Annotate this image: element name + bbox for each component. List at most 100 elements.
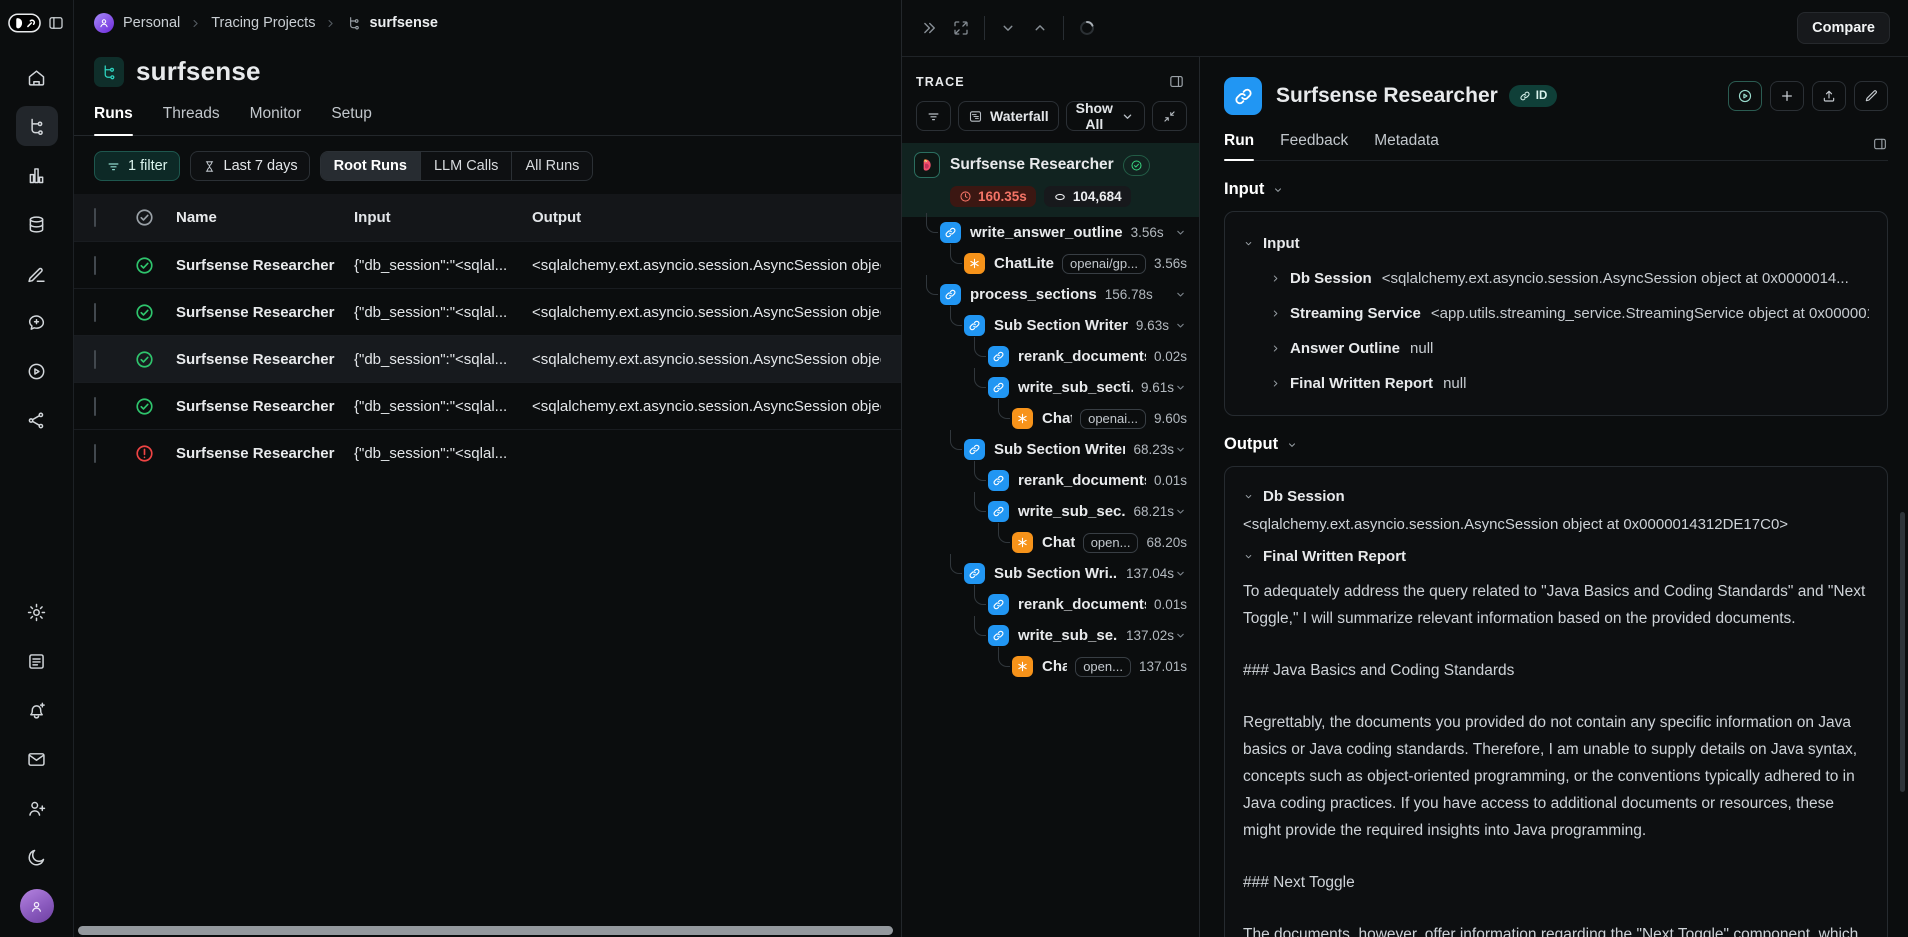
chevron-down-icon[interactable] — [1174, 505, 1187, 518]
table-row[interactable]: Surfsense Researcher {"db_session":"<sql… — [74, 382, 901, 429]
input-field-row[interactable]: Db Session <sqlalchemy.ext.asyncio.sessi… — [1243, 261, 1869, 296]
trace-root-row[interactable]: Surfsense Researcher 160.35s 104,684 — [902, 143, 1199, 217]
segment-all-runs[interactable]: All Runs — [511, 152, 592, 180]
tab-setup[interactable]: Setup — [331, 105, 372, 135]
collapse-sidebar-icon[interactable] — [47, 14, 65, 32]
date-range-button[interactable]: Last 7 days — [190, 151, 310, 181]
collapse-panel-icon[interactable] — [920, 19, 938, 37]
sidebar-item-moon[interactable] — [16, 837, 58, 877]
trace-span-row[interactable]: rerank_documents 0.02s — [902, 341, 1199, 372]
trace-span-row[interactable]: process_sections 156.78s — [902, 279, 1199, 310]
playground-button[interactable] — [1728, 81, 1762, 111]
row-checkbox[interactable] — [94, 303, 96, 322]
chevron-down-icon[interactable] — [1174, 226, 1187, 239]
column-input[interactable]: Input — [354, 209, 532, 226]
breadcrumb-tracing-projects[interactable]: Tracing Projects — [211, 15, 315, 31]
tab-monitor[interactable]: Monitor — [250, 105, 302, 135]
panel-right-icon[interactable] — [1872, 136, 1888, 160]
panel-right-icon[interactable] — [1168, 73, 1185, 90]
trace-span-row[interactable]: write_answer_outline 3.56s — [902, 217, 1199, 248]
previous-run-icon[interactable] — [1031, 19, 1049, 37]
row-checkbox[interactable] — [94, 397, 96, 416]
trace-span-row[interactable]: Chat... openai... 9.60s — [902, 403, 1199, 434]
trace-root-name: Surfsense Researcher — [950, 156, 1114, 174]
chevron-down-icon[interactable] — [1174, 443, 1187, 456]
sidebar-item-bell-plus[interactable] — [16, 690, 58, 730]
trace-span-row[interactable]: write_sub_sec... 68.21s — [902, 496, 1199, 527]
tab-runs[interactable]: Runs — [94, 105, 133, 135]
segment-llm-calls[interactable]: LLM Calls — [420, 152, 511, 180]
annotate-button[interactable] — [1854, 81, 1888, 111]
show-all-dropdown[interactable]: Show All — [1066, 101, 1145, 131]
sidebar-item-play-circle[interactable] — [16, 351, 58, 391]
row-checkbox[interactable] — [94, 256, 96, 275]
user-avatar[interactable] — [20, 889, 54, 923]
chevron-down-icon[interactable] — [1174, 567, 1187, 580]
trace-span-row[interactable]: Sub Section Writer 9.63s — [902, 310, 1199, 341]
vertical-scrollbar[interactable] — [1900, 512, 1905, 792]
add-to-dataset-button[interactable] — [1770, 81, 1804, 111]
input-field-row[interactable]: Streaming Service <app.utils.streaming_s… — [1243, 296, 1869, 331]
next-run-icon[interactable] — [999, 19, 1017, 37]
sidebar-item-share-nodes[interactable] — [16, 400, 58, 440]
sidebar-item-trace[interactable] — [16, 106, 58, 146]
input-card: Input Db Session <sqlalchemy.ext.asyncio… — [1224, 211, 1888, 416]
chevron-down-icon[interactable] — [1174, 381, 1187, 394]
table-row[interactable]: Surfsense Researcher {"db_session":"<sql… — [74, 335, 901, 382]
chevron-down-icon[interactable] — [1174, 629, 1187, 642]
chevron-down-icon[interactable] — [1174, 288, 1187, 301]
collapse-all-button[interactable] — [1152, 101, 1187, 131]
input-root-row[interactable]: Input — [1243, 226, 1869, 261]
column-output[interactable]: Output — [532, 209, 881, 226]
run-id-badge[interactable]: ID — [1509, 85, 1558, 107]
sidebar-item-columns[interactable] — [16, 155, 58, 195]
trace-span-row[interactable]: Chat... open... 68.20s — [902, 527, 1199, 558]
segment-root-runs[interactable]: Root Runs — [321, 152, 420, 180]
waterfall-button[interactable]: Waterfall — [958, 101, 1059, 131]
trace-span-row[interactable]: Chat... open... 137.01s — [902, 651, 1199, 682]
input-field-row[interactable]: Answer Outline null — [1243, 331, 1869, 366]
trace-span-row[interactable]: Sub Section Writer 68.23s — [902, 434, 1199, 465]
row-checkbox[interactable] — [94, 350, 96, 369]
compare-button[interactable]: Compare — [1797, 12, 1890, 44]
trace-span-row[interactable]: Sub Section Wri... 137.04s — [902, 558, 1199, 589]
output-db-session-row[interactable]: Db Session — [1243, 481, 1869, 512]
chevron-down-icon[interactable] — [1174, 319, 1187, 332]
workspace-avatar[interactable] — [94, 13, 114, 33]
breadcrumb-project[interactable]: surfsense — [346, 15, 438, 31]
output-section-header[interactable]: Output — [1224, 435, 1888, 454]
trace-span-row[interactable]: rerank_documents 0.01s — [902, 589, 1199, 620]
trace-span-row[interactable]: rerank_documents 0.01s — [902, 465, 1199, 496]
sidebar-item-pen[interactable] — [16, 253, 58, 293]
trace-filter-button[interactable] — [916, 101, 951, 131]
filter-button[interactable]: 1 filter — [94, 151, 180, 181]
select-all-checkbox[interactable] — [94, 208, 96, 227]
sidebar-item-comment-plus[interactable] — [16, 302, 58, 342]
row-checkbox[interactable] — [94, 444, 96, 463]
breadcrumb-personal[interactable]: Personal — [123, 15, 180, 31]
detail-tab-run[interactable]: Run — [1224, 132, 1254, 160]
table-row[interactable]: Surfsense Researcher {"db_session":"<sql… — [74, 429, 901, 476]
horizontal-scrollbar[interactable] — [78, 926, 893, 935]
detail-tab-metadata[interactable]: Metadata — [1374, 132, 1439, 160]
sidebar-item-database[interactable] — [16, 204, 58, 244]
output-report-row[interactable]: Final Written Report — [1243, 541, 1869, 572]
input-section-header[interactable]: Input — [1224, 180, 1888, 199]
column-name[interactable]: Name — [176, 209, 354, 226]
sidebar-item-doc[interactable] — [16, 641, 58, 681]
share-button[interactable] — [1812, 81, 1846, 111]
sidebar-item-gear[interactable] — [16, 592, 58, 632]
expand-fullscreen-icon[interactable] — [952, 19, 970, 37]
pencil-icon — [1863, 88, 1879, 104]
trace-span-row[interactable]: write_sub_secti... 9.61s — [902, 372, 1199, 403]
trace-span-row[interactable]: write_sub_se... 137.02s — [902, 620, 1199, 651]
sidebar-item-user-plus[interactable] — [16, 788, 58, 828]
tab-threads[interactable]: Threads — [163, 105, 220, 135]
sidebar-item-home[interactable] — [16, 57, 58, 97]
sidebar-item-mail[interactable] — [16, 739, 58, 779]
detail-tab-feedback[interactable]: Feedback — [1280, 132, 1348, 160]
input-field-row[interactable]: Final Written Report null — [1243, 366, 1869, 401]
table-row[interactable]: Surfsense Researcher {"db_session":"<sql… — [74, 241, 901, 288]
table-row[interactable]: Surfsense Researcher {"db_session":"<sql… — [74, 288, 901, 335]
trace-span-row[interactable]: ChatLite... openai/gp... 3.56s — [902, 248, 1199, 279]
